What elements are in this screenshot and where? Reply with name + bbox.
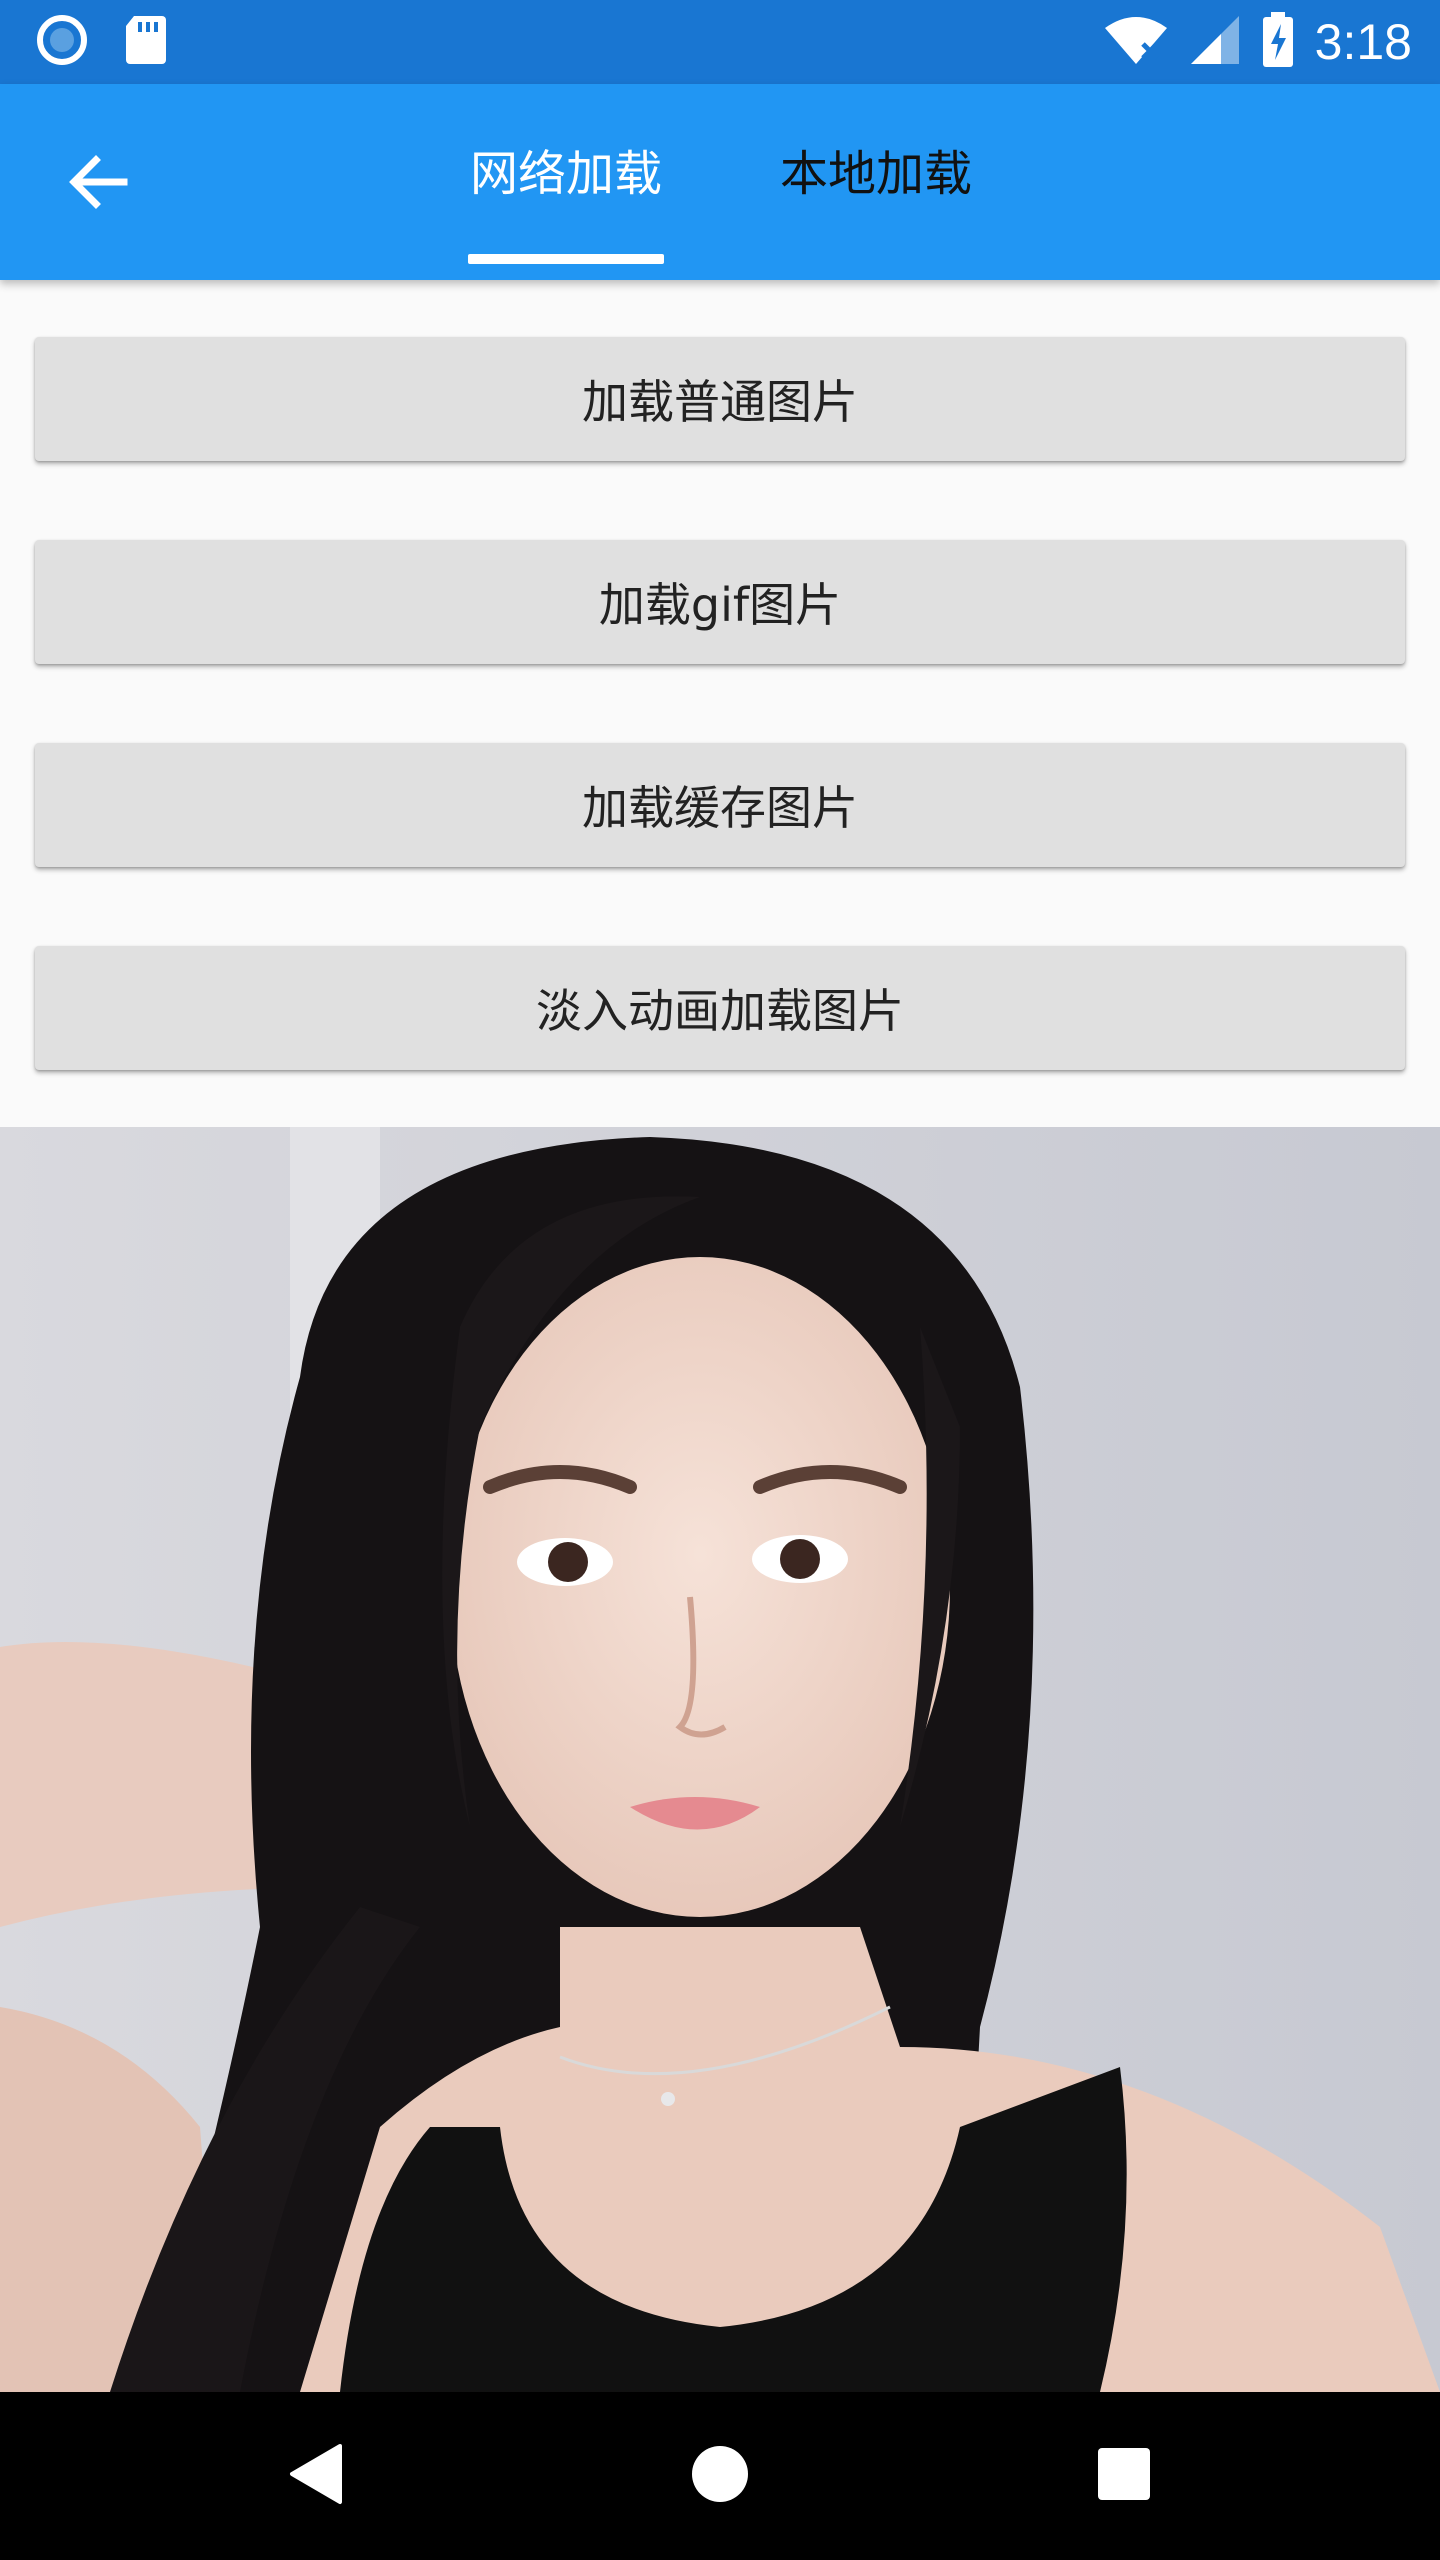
recents-square-icon xyxy=(1096,2446,1152,2506)
status-time: 3:18 xyxy=(1314,14,1412,70)
status-bar-left xyxy=(36,14,168,70)
app-bar: 网络加载 本地加载 xyxy=(0,84,1440,280)
back-button[interactable] xyxy=(58,144,138,224)
tab-local-load[interactable]: 本地加载 xyxy=(776,124,976,264)
load-cached-image-button[interactable]: 加载缓存图片 xyxy=(35,743,1405,867)
fade-in-load-image-button[interactable]: 淡入动画加载图片 xyxy=(35,946,1405,1070)
media-record-icon xyxy=(36,14,88,70)
loaded-image xyxy=(0,1127,1440,2392)
arrow-back-icon xyxy=(66,150,130,218)
load-gif-image-button[interactable]: 加载gif图片 xyxy=(35,540,1405,664)
home-circle-icon xyxy=(690,2444,750,2508)
status-bar-right: 3:18 xyxy=(1103,12,1412,72)
sd-card-icon xyxy=(124,14,168,70)
wifi-no-internet-icon xyxy=(1103,14,1169,70)
tab-network-load[interactable]: 网络加载 xyxy=(466,124,666,264)
status-bar: 3:18 xyxy=(0,0,1440,84)
nav-back-button[interactable] xyxy=(266,2426,366,2526)
nav-home-button[interactable] xyxy=(670,2426,770,2526)
battery-charging-icon xyxy=(1261,12,1295,72)
back-triangle-icon xyxy=(286,2442,346,2510)
navigation-bar xyxy=(0,2392,1440,2560)
cell-signal-icon xyxy=(1189,14,1241,70)
tab-indicator xyxy=(468,254,664,264)
load-normal-image-button[interactable]: 加载普通图片 xyxy=(35,337,1405,461)
nav-recents-button[interactable] xyxy=(1074,2426,1174,2526)
